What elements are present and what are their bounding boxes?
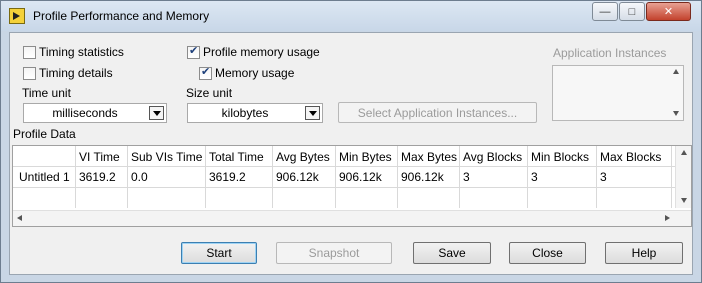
column-header-max-bytes[interactable]: Max Bytes: [398, 147, 457, 167]
labview-app-icon: [9, 8, 25, 24]
table-cell[interactable]: 3: [528, 167, 538, 187]
table-cell[interactable]: 906.12k: [398, 167, 444, 187]
size-unit-label: Size unit: [186, 86, 233, 100]
table-horizontal-scrollbar[interactable]: [13, 210, 691, 226]
profile-window: Profile Performance and Memory — □ ✕ Tim…: [0, 0, 702, 283]
column-header-min-bytes[interactable]: Min Bytes: [336, 147, 392, 167]
table-cell[interactable]: 3: [460, 167, 470, 187]
column-header-sub-vis-time[interactable]: Sub VIs Time: [128, 147, 202, 167]
grid-line: [596, 146, 597, 208]
save-button[interactable]: Save: [413, 242, 491, 264]
maximize-icon: □: [628, 5, 636, 18]
grid-line: [527, 146, 528, 208]
application-instances-label: Application Instances: [553, 46, 667, 60]
timing-details-label: Timing details: [39, 66, 113, 80]
table-cell[interactable]: 3619.2: [206, 167, 246, 187]
table-cell[interactable]: 906.12k: [336, 167, 382, 187]
column-header-avg-blocks[interactable]: Avg Blocks: [460, 147, 522, 167]
table-cell[interactable]: 3: [597, 167, 607, 187]
close-window-button[interactable]: ✕: [646, 2, 691, 21]
scroll-down-icon: [673, 111, 679, 116]
size-unit-value: kilobytes: [221, 106, 269, 120]
grid-line: [397, 146, 398, 208]
close-icon: ✕: [663, 6, 674, 18]
profile-data-table[interactable]: VI Time Sub VIs Time Total Time Avg Byte…: [12, 145, 692, 227]
column-header-max-blocks[interactable]: Max Blocks: [597, 147, 661, 167]
column-header-vi-time[interactable]: VI Time: [76, 147, 120, 167]
table-cell-vi-name[interactable]: Untitled 1: [16, 167, 70, 187]
table-cell[interactable]: 3619.2: [76, 167, 116, 187]
grid-line: [127, 146, 128, 208]
scroll-up-icon: [673, 69, 679, 74]
window-title: Profile Performance and Memory: [33, 9, 210, 23]
grid-line: [671, 146, 672, 208]
time-unit-value: milliseconds: [52, 106, 118, 120]
time-unit-dropdown[interactable]: milliseconds: [23, 103, 167, 123]
grid-line: [13, 187, 675, 188]
profile-memory-usage-label: Profile memory usage: [203, 45, 320, 59]
timing-details-checkbox[interactable]: [23, 67, 36, 80]
size-unit-dropdown[interactable]: kilobytes: [187, 103, 323, 123]
column-header-total-time[interactable]: Total Time: [206, 147, 264, 167]
profile-data-label: Profile Data: [13, 127, 76, 141]
column-header-avg-bytes[interactable]: Avg Bytes: [273, 147, 330, 167]
application-instances-scrollbar[interactable]: [669, 66, 683, 120]
scroll-down-icon: [681, 198, 687, 203]
memory-usage-checkbox[interactable]: [199, 65, 212, 80]
grid-line: [335, 146, 336, 208]
timing-statistics-checkbox[interactable]: [23, 46, 36, 59]
column-header-min-blocks[interactable]: Min Blocks: [528, 147, 589, 167]
column-header: [13, 147, 16, 167]
memory-usage-label: Memory usage: [215, 66, 295, 80]
maximize-button[interactable]: □: [619, 2, 645, 21]
minimize-button[interactable]: —: [592, 2, 618, 21]
grid-line: [272, 146, 273, 208]
time-unit-label: Time unit: [22, 86, 71, 100]
help-button[interactable]: Help: [605, 242, 683, 264]
grid-line: [459, 146, 460, 208]
scroll-left-icon: [17, 215, 22, 221]
timing-statistics-label: Timing statistics: [39, 45, 124, 59]
select-application-instances-button[interactable]: Select Application Instances...: [338, 102, 537, 123]
grid-line: [75, 146, 76, 208]
grid-line: [205, 146, 206, 208]
profile-memory-usage-checkbox[interactable]: [187, 44, 200, 59]
close-button[interactable]: Close: [509, 242, 586, 264]
dialog-body: Timing statistics Timing details Profile…: [9, 32, 693, 275]
title-bar[interactable]: Profile Performance and Memory — □ ✕: [1, 1, 701, 31]
grid-line: [13, 166, 675, 167]
scroll-right-icon: [665, 215, 670, 221]
table-cell[interactable]: 906.12k: [273, 167, 319, 187]
table-vertical-scrollbar[interactable]: [675, 146, 691, 208]
chevron-down-icon: [149, 106, 164, 120]
minimize-icon: —: [599, 5, 611, 18]
snapshot-button[interactable]: Snapshot: [276, 242, 392, 264]
start-button[interactable]: Start: [181, 242, 257, 264]
scroll-up-icon: [681, 150, 687, 155]
application-instances-list[interactable]: [552, 65, 684, 121]
chevron-down-icon: [305, 106, 320, 120]
table-cell[interactable]: 0.0: [128, 167, 148, 187]
